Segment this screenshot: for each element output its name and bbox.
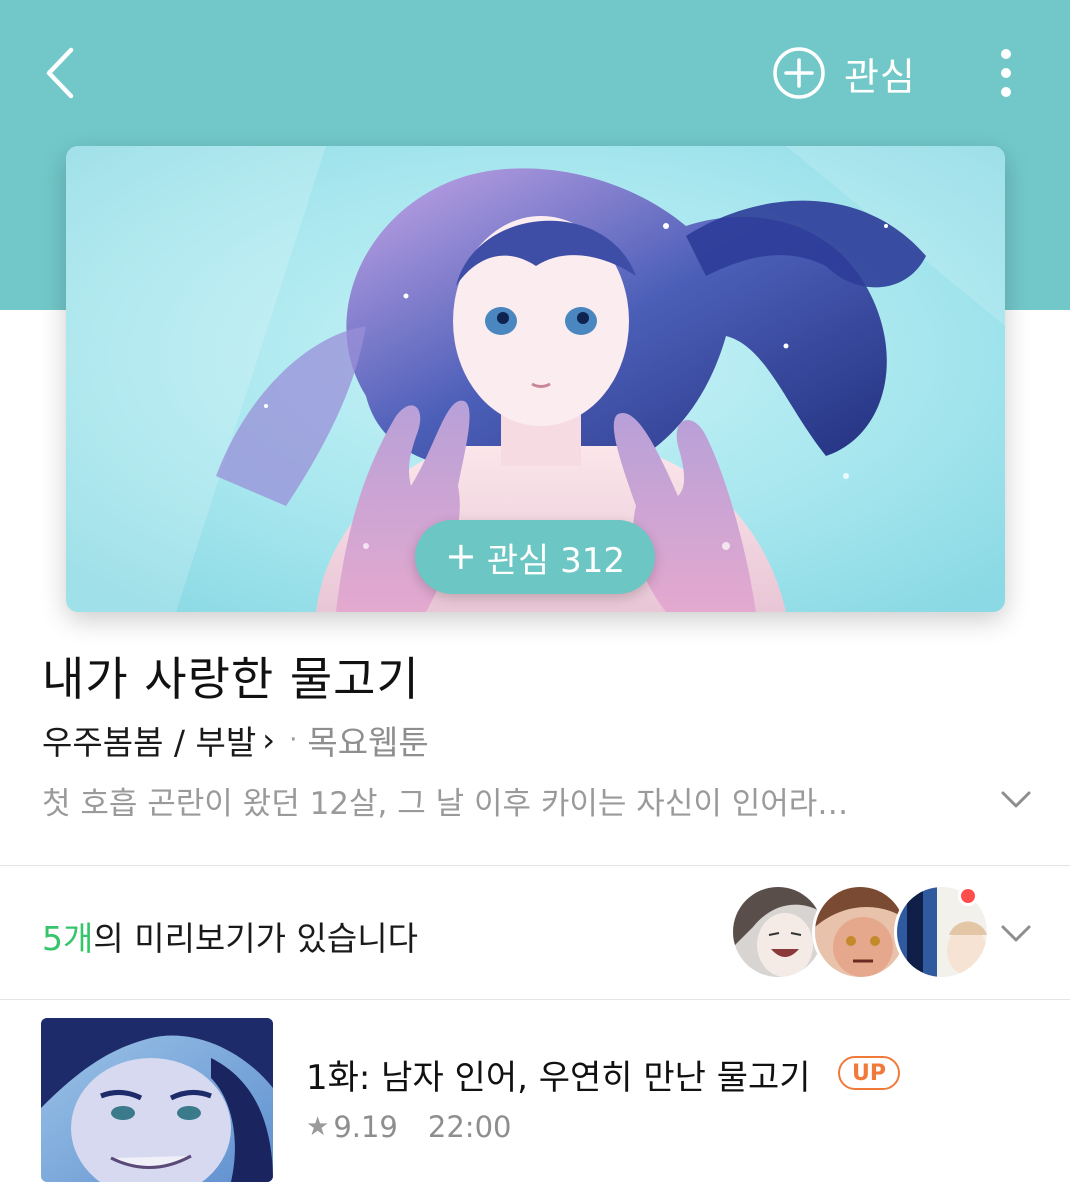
webtoon-detail-page: 관심 + 관심 312 내가 사랑한 물고기 우주봄봄 / 부발 › · 목요웹… <box>0 0 1070 1200</box>
new-indicator-dot <box>958 886 978 906</box>
back-button[interactable] <box>30 40 90 106</box>
preview-expand-button[interactable] <box>998 914 1034 954</box>
webtoon-meta: 우주봄봄 / 부발 › · 목요웹툰 <box>42 716 429 764</box>
separator-dot: · <box>289 725 298 755</box>
episode-meta: ★ 9.19 22:00 <box>306 1110 511 1144</box>
chevron-down-icon <box>1001 925 1031 942</box>
authors-link[interactable]: 우주봄봄 / 부발 <box>42 716 256 764</box>
follow-count-label: 관심 312 <box>486 540 626 581</box>
preview-label: 의 미리보기가 있습니다 <box>93 919 418 958</box>
chevron-down-icon <box>1001 791 1031 808</box>
chevron-left-icon <box>46 47 74 99</box>
follow-count-button[interactable]: + 관심 312 <box>415 520 655 594</box>
up-badge: UP <box>838 1056 900 1090</box>
more-options-button[interactable] <box>986 42 1026 104</box>
episode-title: 1화: 남자 인어, 우연히 만난 물고기 <box>306 1058 811 1098</box>
weekday-label: 목요웹툰 <box>307 723 429 762</box>
synopsis-expand-button[interactable] <box>998 780 1034 820</box>
star-icon: ★ <box>306 1112 330 1142</box>
webtoon-title: 내가 사랑한 물고기 <box>42 652 420 706</box>
preview-text: 5개의 미리보기가 있습니다 <box>42 912 418 960</box>
episode-rating: 9.19 <box>333 1110 398 1144</box>
circle-plus-icon <box>773 47 825 99</box>
preview-thumbnails <box>730 884 990 980</box>
plus-icon: + <box>444 533 477 578</box>
follow-label: 관심 <box>844 54 916 99</box>
episode-time: 22:00 <box>427 1110 512 1144</box>
episode-thumbnail <box>41 1018 273 1182</box>
follow-button-top[interactable]: 관심 <box>772 44 916 102</box>
chevron-right-icon[interactable]: › <box>262 721 275 759</box>
synopsis-text: 첫 호흡 곤란이 왔던 12살, 그 날 이후 카이는 자신이 인어라… <box>42 786 849 822</box>
episode-row[interactable]: 1화: 남자 인어, 우연히 만난 물고기 UP ★ 9.19 22:00 <box>0 1000 1070 1200</box>
preview-row[interactable]: 5개의 미리보기가 있습니다 <box>0 866 1070 1000</box>
more-vertical-icon <box>1001 49 1011 97</box>
preview-count: 5개 <box>42 919 94 958</box>
